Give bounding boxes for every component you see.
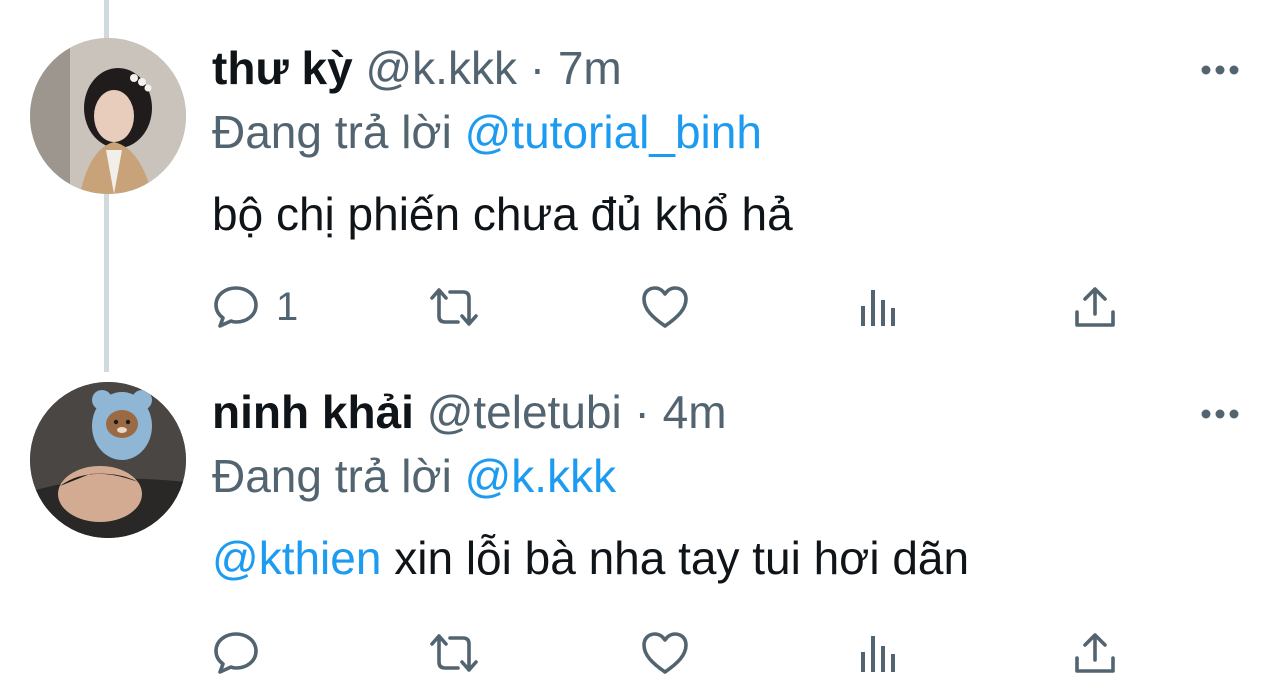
like-button[interactable] — [640, 282, 690, 332]
more-icon — [1201, 409, 1239, 419]
avatar[interactable] — [30, 38, 186, 194]
timestamp[interactable]: 4m — [663, 386, 727, 438]
user-handle[interactable]: @k.kkk — [365, 42, 516, 94]
avatar[interactable] — [30, 382, 186, 538]
user-handle[interactable]: @teletubi — [427, 386, 622, 438]
more-icon — [1201, 65, 1239, 75]
action-bar — [212, 628, 1132, 678]
analytics-button[interactable] — [858, 282, 900, 332]
replying-to: Đang trả lời @tutorial_binh — [212, 104, 762, 160]
retweet-icon — [430, 634, 478, 672]
reply-button[interactable] — [212, 628, 276, 678]
share-icon — [1075, 633, 1115, 673]
share-button[interactable] — [1072, 628, 1118, 678]
display-name[interactable]: ninh khải — [212, 386, 414, 438]
tweet-header: thư kỳ @k.kkk · 7m — [212, 40, 622, 96]
share-button[interactable] — [1072, 282, 1118, 332]
retweet-button[interactable] — [426, 282, 482, 332]
avatar-photo — [30, 382, 186, 538]
analytics-icon — [861, 290, 895, 326]
replying-to-label: Đang trả lời — [212, 106, 452, 158]
separator-dot: · — [529, 42, 546, 94]
action-bar: 1 — [212, 282, 1132, 332]
timestamp[interactable]: 7m — [558, 42, 622, 94]
reply-icon — [214, 286, 258, 328]
share-icon — [1075, 287, 1115, 327]
heart-icon — [642, 286, 688, 328]
analytics-button[interactable] — [858, 628, 900, 678]
tweet-header: ninh khải @teletubi · 4m — [212, 384, 727, 440]
display-name[interactable]: thư kỳ — [212, 42, 353, 94]
separator-dot: · — [634, 386, 650, 438]
analytics-icon — [861, 636, 895, 672]
reply-icon — [214, 632, 258, 674]
replying-to-label: Đang trả lời — [212, 450, 452, 502]
tweet-body: xin lỗi bà nha tay tui hơi dãn — [381, 532, 970, 584]
tweet[interactable]: thư kỳ @k.kkk · 7m Đang trả lời @tutoria… — [0, 0, 1284, 372]
tweet-text: bộ chị phiến chưa đủ khổ hả — [212, 186, 793, 242]
avatar-photo — [30, 38, 186, 194]
more-button[interactable] — [1200, 404, 1240, 424]
more-button[interactable] — [1200, 60, 1240, 80]
replying-to: Đang trả lời @k.kkk — [212, 448, 616, 504]
retweet-button[interactable] — [426, 628, 482, 678]
reply-button[interactable]: 1 — [212, 282, 298, 332]
like-button[interactable] — [640, 628, 690, 678]
tweet-text: @kthien xin lỗi bà nha tay tui hơi dãn — [212, 530, 969, 586]
replying-to-mention[interactable]: @tutorial_binh — [465, 106, 762, 158]
text-mention[interactable]: @kthien — [212, 532, 381, 584]
replying-to-mention[interactable]: @k.kkk — [465, 450, 616, 502]
tweet-body: bộ chị phiến chưa đủ khổ hả — [212, 188, 793, 240]
reply-count: 1 — [276, 285, 299, 329]
retweet-icon — [430, 288, 478, 326]
tweet[interactable]: ninh khải @teletubi · 4m Đang trả lời @k… — [0, 372, 1284, 693]
heart-icon — [642, 632, 688, 674]
